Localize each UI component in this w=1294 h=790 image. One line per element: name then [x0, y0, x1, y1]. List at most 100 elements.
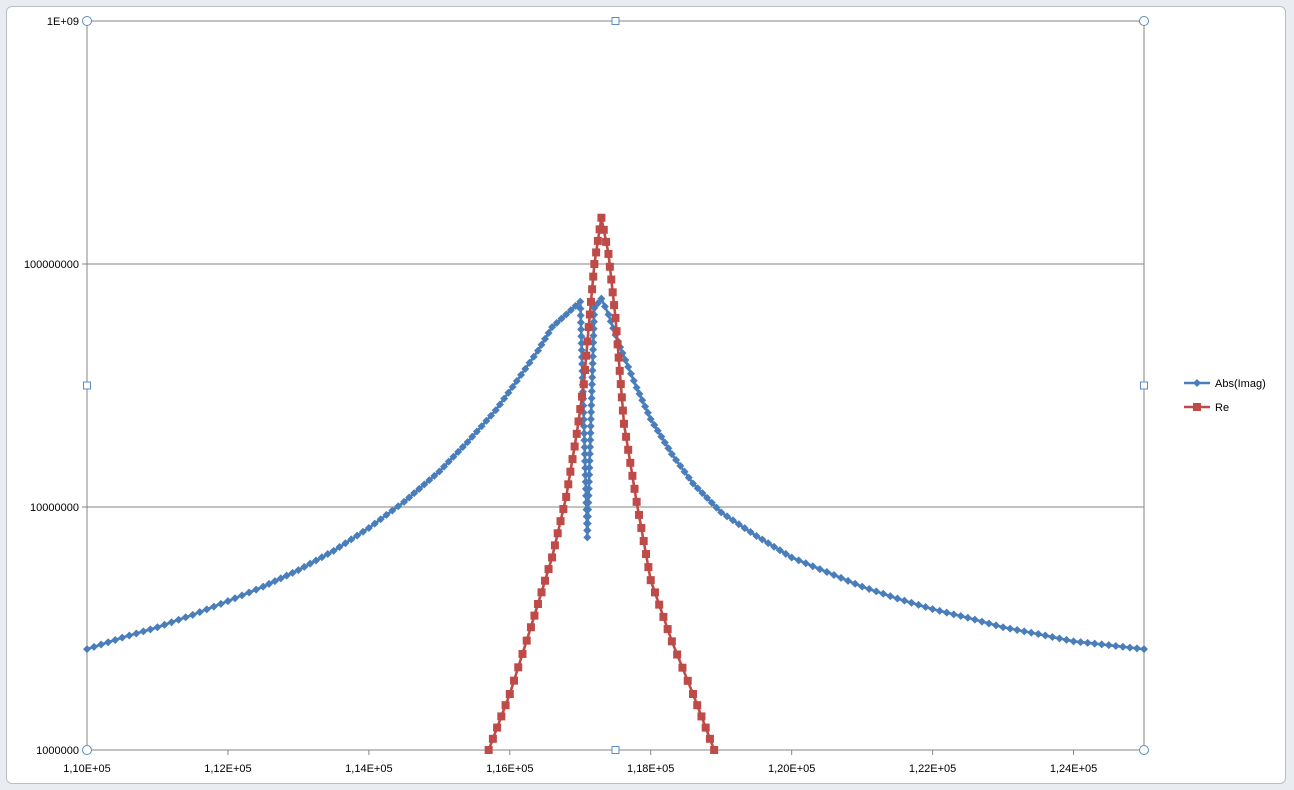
legend-marker-1: [1193, 403, 1201, 411]
x-tick-label-4: 1,18E+05: [627, 763, 674, 775]
point-0-7: [132, 629, 141, 638]
point-0-229: [963, 613, 972, 622]
point-0-135: [586, 442, 595, 451]
resize-handle-corner-5[interactable]: [82, 745, 92, 755]
chart-area[interactable]: 1000000 10000000 100000000 1E+09 1,10E+05 1,1…: [6, 6, 1286, 784]
point-1-44: [599, 225, 608, 234]
point-1-3: [497, 712, 506, 721]
point-0-124: [583, 519, 592, 528]
point-1-43: [597, 213, 606, 222]
point-0-137: [586, 429, 595, 438]
point-0-169: [629, 376, 638, 385]
point-1-64: [630, 484, 639, 493]
point-1-4: [501, 701, 510, 710]
point-0-248: [1097, 640, 1106, 649]
point-0-4: [111, 635, 120, 644]
point-1-33: [583, 337, 592, 346]
point-0-232: [984, 619, 993, 628]
resize-handle-side-3[interactable]: [83, 381, 91, 390]
point-1-38: [589, 272, 598, 281]
point-0-92: [577, 325, 586, 334]
point-1-46: [604, 249, 613, 258]
point-0-241: [1048, 632, 1057, 641]
point-0-238: [1027, 628, 1036, 637]
point-1-11: [530, 611, 539, 620]
point-0-134: [585, 449, 594, 458]
point-0-219: [893, 594, 902, 603]
point-0-237: [1020, 627, 1029, 636]
resize-handle-corner-7[interactable]: [1139, 745, 1149, 755]
point-0-236: [1013, 625, 1022, 634]
point-1-61: [624, 445, 633, 454]
resize-handle-side-6[interactable]: [611, 746, 620, 754]
resize-handle-corner-2[interactable]: [1139, 16, 1149, 26]
point-1-69: [642, 550, 651, 559]
point-0-90: [576, 311, 585, 320]
point-1-17: [550, 541, 559, 550]
point-0-212: [844, 576, 853, 585]
point-0-235: [1006, 624, 1015, 633]
resize-handle-corner-0[interactable]: [82, 16, 92, 26]
point-0-159: [604, 310, 613, 319]
point-0-251: [1118, 642, 1127, 651]
point-0-224: [928, 605, 937, 614]
point-0-1: [90, 642, 99, 651]
point-1-65: [632, 497, 641, 506]
point-1-25: [570, 442, 579, 451]
point-0-12: [167, 618, 176, 627]
x-tick-label-3: 1,16E+05: [486, 763, 533, 775]
point-0-20: [223, 597, 232, 606]
point-0-253: [1132, 644, 1141, 653]
point-1-6: [510, 676, 519, 685]
point-1-76: [667, 637, 676, 646]
point-1-83: [701, 723, 710, 732]
point-0-10: [153, 623, 162, 632]
point-0-231: [977, 617, 986, 626]
point-1-51: [611, 313, 620, 322]
point-1-35: [585, 310, 594, 319]
legend-label-1: Re: [1215, 402, 1229, 414]
point-0-246: [1083, 638, 1092, 647]
y-tick-label-1: 10000000: [30, 502, 79, 514]
point-1-60: [622, 432, 631, 441]
point-1-48: [607, 275, 616, 284]
legend[interactable]: Abs(Imag) Re: [1184, 378, 1266, 414]
point-0-13: [174, 615, 183, 624]
series-layer: [83, 213, 1148, 754]
resize-handle-side-1[interactable]: [611, 17, 620, 25]
point-0-142: [587, 394, 596, 403]
point-1-53: [613, 340, 622, 349]
point-0-24: [252, 585, 261, 594]
series-line-0: [86, 297, 1145, 651]
x-tick-label-7: 1,24E+05: [1050, 763, 1097, 775]
point-0-230: [970, 615, 979, 624]
point-0-213: [851, 579, 860, 588]
selection-handles[interactable]: [82, 16, 1149, 755]
point-0-11: [160, 620, 169, 629]
point-1-57: [617, 393, 626, 402]
resize-handle-side-4[interactable]: [1140, 381, 1148, 390]
point-0-216: [872, 587, 881, 596]
point-0-158: [600, 302, 609, 311]
point-1-13: [537, 588, 546, 597]
point-0-205: [794, 556, 803, 565]
point-0-122: [583, 533, 592, 542]
point-1-67: [637, 523, 646, 532]
point-1-32: [582, 351, 591, 360]
point-1-78: [678, 663, 687, 672]
point-0-211: [836, 573, 845, 582]
point-1-23: [566, 467, 575, 476]
point-1-72: [650, 588, 659, 597]
point-0-149: [589, 345, 598, 354]
point-0-218: [886, 592, 895, 601]
point-1-16: [548, 553, 557, 562]
point-1-71: [646, 576, 655, 585]
point-0-233: [992, 621, 1001, 630]
point-0-8: [139, 627, 148, 636]
point-0-125: [583, 512, 592, 521]
point-0-14: [181, 613, 190, 622]
point-1-20: [559, 505, 568, 514]
point-1-70: [644, 563, 653, 572]
point-1-19: [556, 517, 565, 526]
x-tick-label-0: 1,10E+05: [63, 763, 110, 775]
